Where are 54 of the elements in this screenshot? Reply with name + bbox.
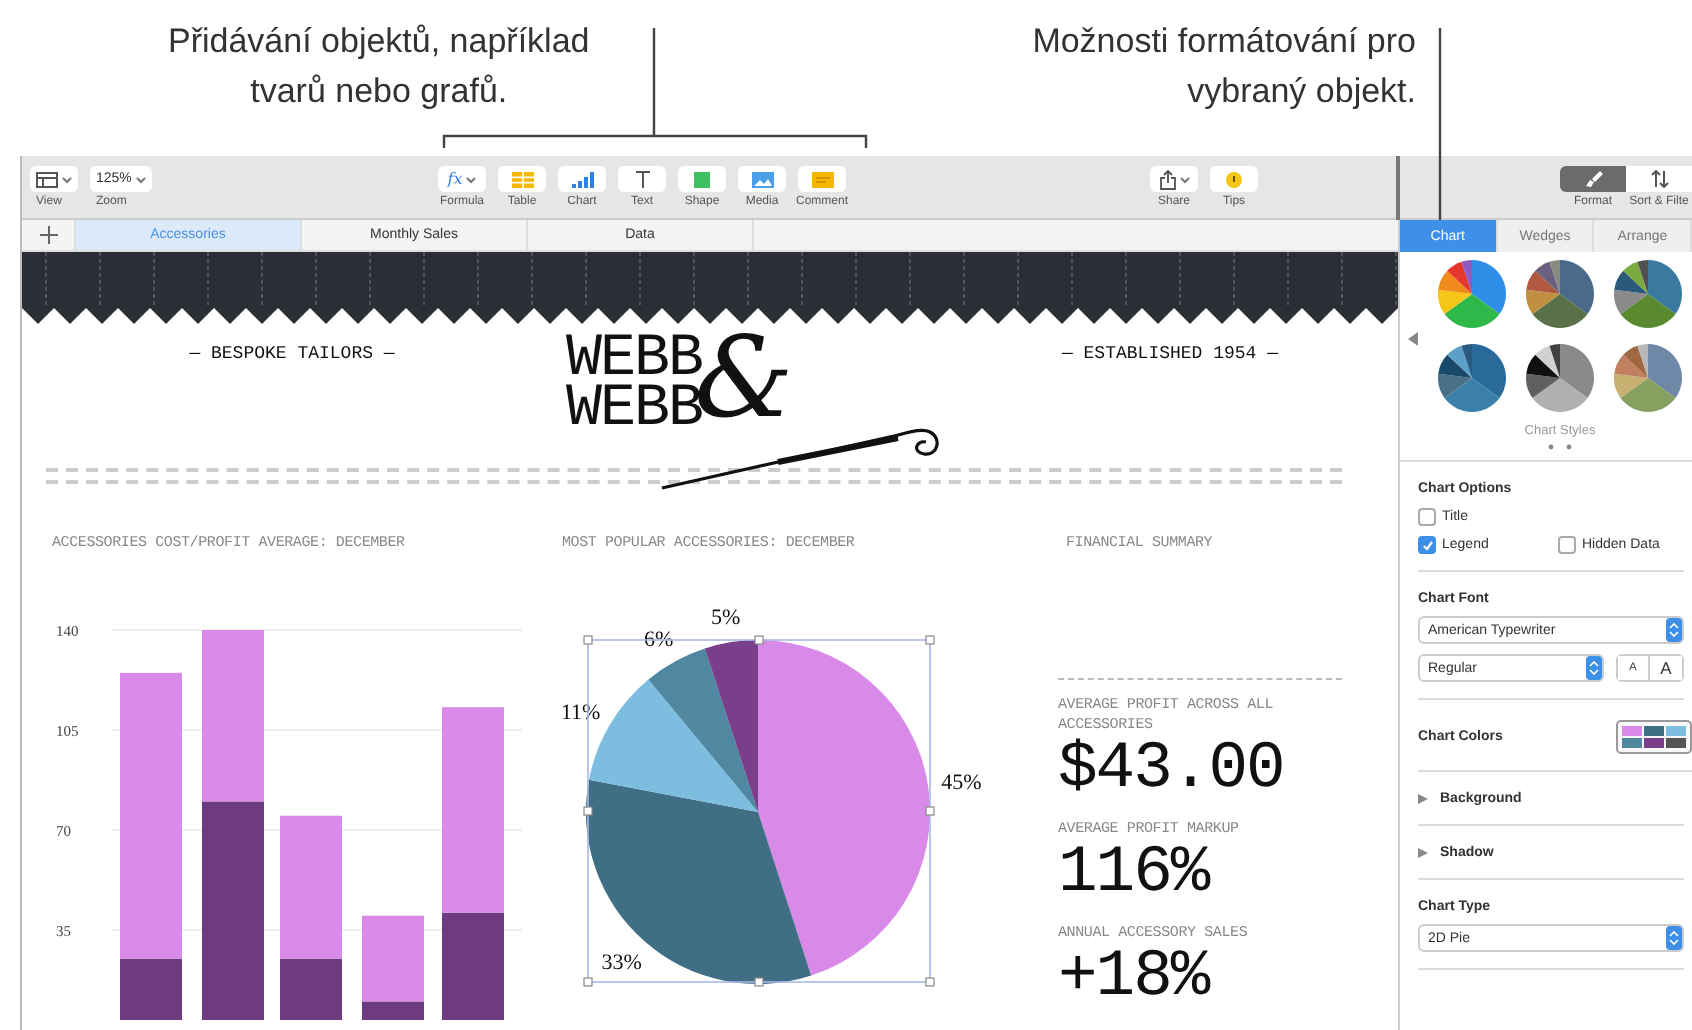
chart-style-thumbnail[interactable] [1438,260,1506,328]
plus-icon [39,226,57,244]
callout-text: Možnosti formátování pro vybraný objekt. [1032,20,1416,114]
logo-text: WEBB [566,336,703,386]
chart-style-thumbnail[interactable] [1614,260,1682,328]
chart-style-thumbnail[interactable] [1526,344,1594,412]
tagline: — BESPOKE TAILORS — [187,344,397,364]
chart-button[interactable] [558,166,606,192]
chevron-down-icon [1179,175,1189,183]
stepper-arrows-icon [1586,656,1602,680]
comment-button[interactable] [798,166,846,192]
metric-value: 116% [1058,840,1213,908]
media-button[interactable] [738,166,786,192]
format-button[interactable] [1560,166,1626,192]
comment-icon [811,171,833,187]
metric-value: +18% [1058,944,1213,1012]
checkbox[interactable] [1418,536,1436,554]
image-icon [751,171,773,187]
disclosure-triangle-icon [1418,794,1428,804]
previous-arrow-icon[interactable] [1408,332,1418,346]
data-label: 45% [941,771,982,796]
stepper-arrows-icon [1666,618,1682,642]
sort-button[interactable] [1626,166,1692,192]
bar-chart-icon [571,171,593,187]
paintbrush-icon [1583,170,1603,188]
chevron-down-icon [62,175,72,183]
color-palette-drawing[interactable] [1616,720,1692,754]
data-label: 6% [644,628,674,653]
formula-button[interactable]: fx [438,166,486,192]
stepper-arrows-icon [1666,926,1682,950]
chart-style-thumbnail[interactable] [1438,344,1506,412]
sort-arrows-icon [1649,170,1669,188]
text-button[interactable] [618,166,666,192]
data-label: 11% [560,701,601,726]
checkbox[interactable] [1558,536,1576,554]
square-icon [694,171,710,187]
chevron-down-icon [135,175,146,183]
table-icon [511,171,533,187]
text-icon [633,170,651,188]
tagline: — ESTABLISHED 1954 — [1059,344,1281,364]
share-icon [1159,169,1175,189]
chart-style-thumbnail[interactable] [1526,260,1594,328]
disclosure-triangle-icon [1418,848,1428,858]
sidebar-layout-icon [36,171,58,187]
page-dots-icon[interactable] [1548,444,1572,450]
chevron-down-icon [466,175,477,183]
callout-text: Přidávání objektů, například tvarů nebo grafů. [168,20,590,114]
metric-value: $43.00 [1058,736,1286,804]
data-label: 5% [711,606,741,631]
checkbox[interactable] [1418,508,1436,526]
view-button[interactable] [30,166,78,192]
chart-style-thumbnail[interactable] [1614,344,1682,412]
data-label: 33% [601,950,642,975]
share-button[interactable] [1150,166,1198,192]
